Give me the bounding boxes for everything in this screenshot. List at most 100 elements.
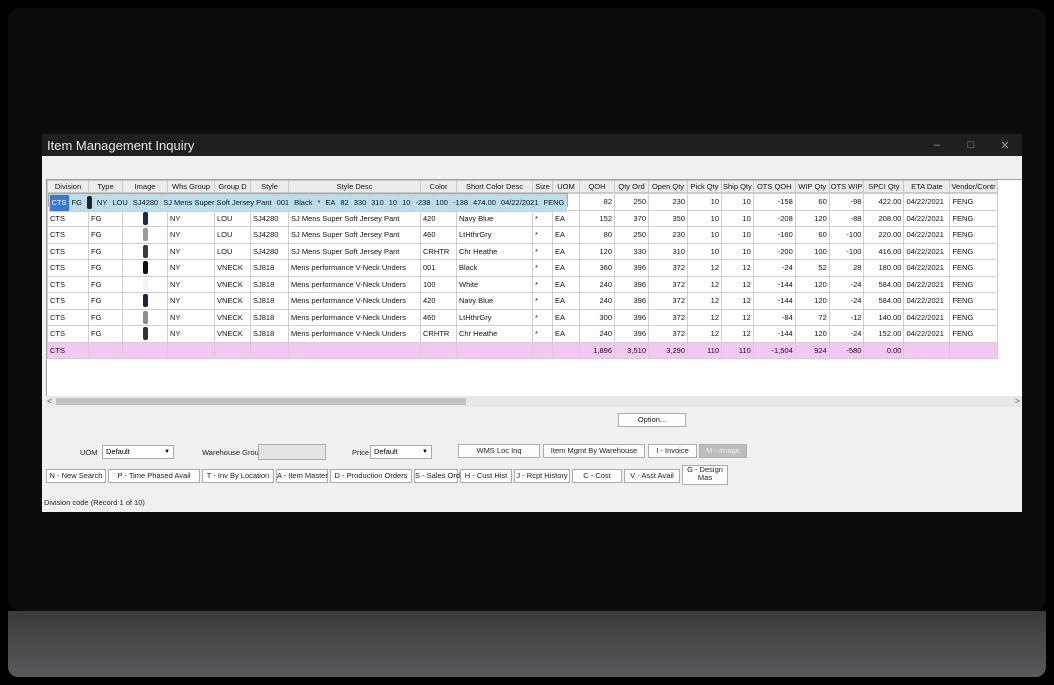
scroll-left-icon[interactable]: < xyxy=(47,396,52,406)
column-header[interactable]: QOH xyxy=(579,180,615,193)
cell-color: CRHTR xyxy=(420,242,457,260)
total-whs xyxy=(167,341,215,359)
cell-whs: NY xyxy=(167,209,215,227)
table-row[interactable]: CTS FG NY VNECK SJ818 Mens performance V-Neck… xyxy=(47,275,998,293)
minimize-button[interactable]: – xyxy=(920,139,954,151)
bottom-button-4[interactable]: D - Production Orders xyxy=(330,469,412,483)
bottom-button-5[interactable]: S - Sales Order xyxy=(414,469,467,483)
total-vendor xyxy=(949,341,998,359)
cell-eta: 04/22/2021 xyxy=(903,242,951,260)
cell-spci: 584.00 xyxy=(863,275,905,293)
column-header[interactable]: Ship Qty xyxy=(721,180,754,193)
cell-otswip: -24 xyxy=(828,292,865,310)
cell-open: 372 xyxy=(648,292,688,310)
maximize-button[interactable]: □ xyxy=(954,139,988,151)
item-mgmt-by-warehouse-button[interactable]: Item Mgmt By Warehouse xyxy=(543,444,645,458)
wms-loc-inq-button[interactable]: WMS Loc Inq xyxy=(458,444,540,458)
table-row[interactable]: CTS FG NY VNECK SJ818 Mens performance V-Neck… xyxy=(47,292,998,310)
cell-color: 100 xyxy=(420,275,457,293)
cell-desc: Mens performance V-Neck Unders xyxy=(288,292,421,310)
image-button[interactable]: M - Image xyxy=(699,444,747,458)
bottom-button-10[interactable]: G - Design Mas xyxy=(682,465,728,485)
cell-pick: 10 xyxy=(687,226,722,244)
column-header[interactable]: Color xyxy=(420,180,457,193)
cell-otswip: -88 xyxy=(828,209,865,227)
table-row[interactable]: CTSFG NYLOUSJ4280SJ Mens Super Soft Jerse… xyxy=(47,226,998,244)
warehouse-group-input[interactable] xyxy=(258,444,326,460)
cell-spci: 140.00 xyxy=(863,308,905,326)
price-select[interactable]: Default ▼ xyxy=(370,445,432,459)
cell-size: * xyxy=(532,308,553,326)
column-header[interactable]: Vendor/Contr xyxy=(949,180,998,193)
table-row[interactable]: CTSFG NYLOUSJ4280SJ Mens Super Soft Jerse… xyxy=(47,209,998,227)
item-grid[interactable]: Division Type Image Whs Group Group D Style St… xyxy=(46,179,1022,397)
cell-pick: 10 xyxy=(687,242,722,260)
title-bar: Item Management Inquiry – □ ✕ xyxy=(42,134,1022,156)
column-header[interactable]: Qty Ord xyxy=(614,180,649,193)
scroll-right-icon[interactable]: > xyxy=(1015,396,1020,406)
cell-group: VNECK xyxy=(214,308,251,326)
cell-spci: 416.00 xyxy=(863,242,905,260)
table-row[interactable]: CTSFG NYLOUSJ4280SJ Mens Super Soft Jerse… xyxy=(47,193,569,212)
column-header[interactable]: OTS WIP xyxy=(828,180,865,193)
scroll-thumb[interactable] xyxy=(56,398,466,405)
column-header[interactable]: Group D xyxy=(214,180,251,193)
cell-otswip: -24 xyxy=(828,275,865,293)
cell-otswip: -100 xyxy=(828,226,865,244)
cell-type: FG xyxy=(88,209,123,227)
column-header[interactable]: Whs Group xyxy=(167,180,215,193)
column-header[interactable]: WIP Qty xyxy=(794,180,830,193)
cell-otsqoh: -160 xyxy=(752,226,796,244)
cell-group: LOU xyxy=(214,242,251,260)
total-short xyxy=(456,341,533,359)
garment-image xyxy=(142,294,148,308)
close-button[interactable]: ✕ xyxy=(988,139,1022,152)
table-row[interactable]: CTS FG NY VNECK SJ818 Mens performance V-Neck… xyxy=(47,308,998,326)
column-header[interactable]: OTS QOH xyxy=(752,180,796,193)
bottom-button-6[interactable]: H - Cust Hist xyxy=(460,469,512,483)
uom-select[interactable]: Default ▼ xyxy=(102,445,174,459)
column-header[interactable]: Short Color Desc xyxy=(456,180,533,193)
cell-vendor: FENG xyxy=(949,325,998,343)
column-header[interactable]: SPCI Qty xyxy=(863,180,905,193)
horizontal-scrollbar[interactable]: < > xyxy=(46,396,1022,407)
bottom-button-8[interactable]: C - Cost xyxy=(572,469,622,483)
cell-whs: NY xyxy=(167,259,215,277)
column-header[interactable]: Style xyxy=(250,180,289,193)
bottom-button-1[interactable]: P - Time Phased Avail xyxy=(108,469,200,483)
total-otswip: -580 xyxy=(828,341,865,359)
column-header[interactable]: Pick Qty xyxy=(687,180,722,193)
column-header[interactable]: Open Qty xyxy=(648,180,688,193)
table-row[interactable]: CTS FG NY VNECK SJ818 Mens performance V-Neck… xyxy=(47,325,998,343)
column-header[interactable]: Type xyxy=(88,180,123,193)
table-row[interactable]: CTSFG NYLOUSJ4280SJ Mens Super Soft Jerse… xyxy=(47,242,998,260)
bottom-button-3[interactable]: A - Item Master xyxy=(276,469,328,483)
column-header[interactable]: ETA Date xyxy=(903,180,951,193)
total-spci: 0.00 xyxy=(863,341,905,359)
cell-size: * xyxy=(532,226,553,244)
cell-open: 230 xyxy=(648,226,688,244)
bottom-button-0[interactable]: N - New Search xyxy=(46,469,106,483)
cell-pick: 10 xyxy=(385,194,401,212)
column-header[interactable]: Style Desc xyxy=(288,180,421,193)
cell-open: 372 xyxy=(648,275,688,293)
cell-otswip: -138 xyxy=(449,194,472,212)
invoice-button[interactable]: I - Invoice xyxy=(648,444,697,458)
bottom-button-7[interactable]: J - Rcpt History xyxy=(514,469,570,483)
total-ord: 3,510 xyxy=(614,341,649,359)
cell-style: SJ818 xyxy=(250,275,289,293)
cell-uom: EA xyxy=(552,259,580,277)
column-header[interactable]: Image xyxy=(122,180,168,193)
column-header[interactable]: UOM xyxy=(552,180,580,193)
cell-spci: 208.00 xyxy=(863,209,905,227)
column-header[interactable]: Division xyxy=(47,180,89,193)
bottom-button-2[interactable]: T - Inv By Location xyxy=(202,469,274,483)
table-row[interactable]: CTS FG NY VNECK SJ818 Mens performance V-Neck… xyxy=(47,259,998,277)
cell-pick: 10 xyxy=(687,193,722,211)
column-header[interactable]: Size xyxy=(532,180,553,193)
options-button[interactable]: Option... xyxy=(618,413,686,427)
cell-whs: NY xyxy=(167,242,215,260)
total-color xyxy=(420,341,457,359)
cell-eta: 04/22/2021 xyxy=(903,226,951,244)
bottom-button-9[interactable]: V - Asst Avail xyxy=(624,469,680,483)
